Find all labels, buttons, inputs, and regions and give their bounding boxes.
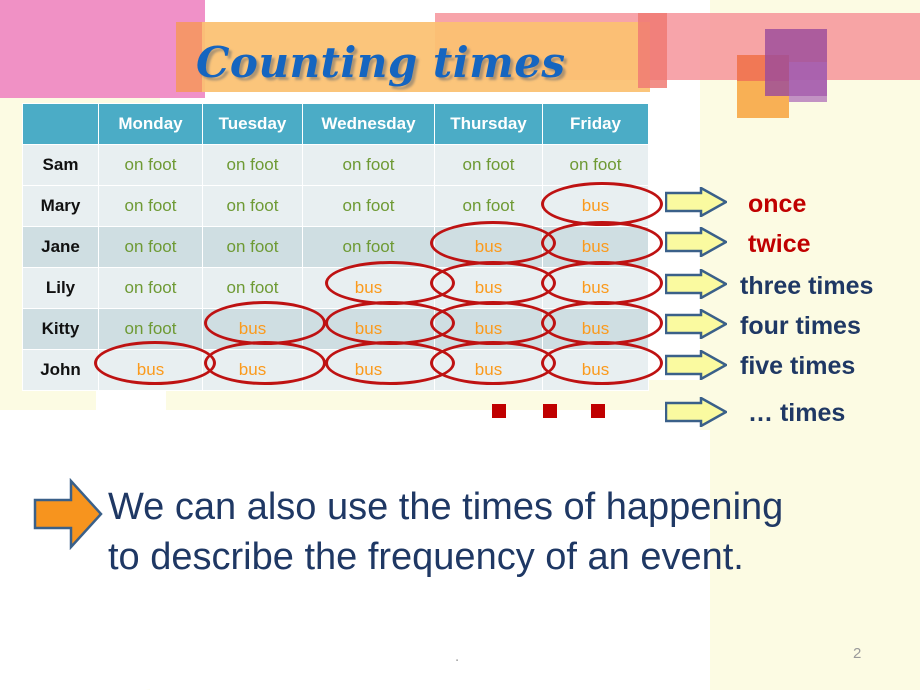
cell-kitty-wednesday: bus xyxy=(302,308,435,350)
table-row: Mary on foot on foot on foot on foot bus xyxy=(22,185,649,227)
cell-lily-tuesday: on foot xyxy=(202,267,303,309)
cell-john-thursday: bus xyxy=(434,349,543,391)
footer-dot: . xyxy=(455,648,460,665)
decoration-purple-light-square xyxy=(789,62,827,102)
row-name-jane: Jane xyxy=(22,226,99,268)
frequency-label-twice: twice xyxy=(748,230,811,258)
column-header-monday: Monday xyxy=(98,103,203,145)
bottom-statement-line1: We can also use the times of happening xyxy=(108,486,784,528)
slide-canvas: Counting times Monday Tuesday Wednesday … xyxy=(0,0,920,690)
page-title: Counting times xyxy=(196,38,566,87)
table-header-row: Monday Tuesday Wednesday Thursday Friday xyxy=(22,103,649,145)
cell-mary-thursday: on foot xyxy=(434,185,543,227)
cell-sam-thursday: on foot xyxy=(434,144,543,186)
column-header-friday: Friday xyxy=(542,103,649,145)
column-header-name xyxy=(22,103,99,145)
cell-jane-tuesday: on foot xyxy=(202,226,303,268)
row-name-mary: Mary xyxy=(22,185,99,227)
cell-mary-wednesday: on foot xyxy=(302,185,435,227)
background-panel-right xyxy=(700,0,920,690)
cell-kitty-tuesday: bus xyxy=(202,308,303,350)
column-header-thursday: Thursday xyxy=(434,103,543,145)
decoration-salmon-square xyxy=(638,13,667,88)
bullet-square-2 xyxy=(543,404,557,418)
schedule-table-container: Monday Tuesday Wednesday Thursday Friday… xyxy=(22,103,649,391)
table-row: Lily on foot on foot bus bus bus xyxy=(22,267,649,309)
cell-lily-monday: on foot xyxy=(98,267,203,309)
page-number: 2 xyxy=(853,645,862,662)
column-header-wednesday: Wednesday xyxy=(302,103,435,145)
cell-kitty-friday: bus xyxy=(542,308,649,350)
cell-mary-monday: on foot xyxy=(98,185,203,227)
bullet-square-1 xyxy=(492,404,506,418)
table-row: Kitty on foot bus bus bus bus xyxy=(22,308,649,350)
bottom-statement-line2: to describe the frequency of an event. xyxy=(108,536,744,578)
row-name-kitty: Kitty xyxy=(22,308,99,350)
cell-jane-thursday: bus xyxy=(434,226,543,268)
yellow-arrow-once xyxy=(665,187,727,217)
row-name-lily: Lily xyxy=(22,267,99,309)
cell-john-tuesday: bus xyxy=(202,349,303,391)
cell-kitty-monday: on foot xyxy=(98,308,203,350)
yellow-arrow-four-times xyxy=(665,309,727,339)
column-header-tuesday: Tuesday xyxy=(202,103,303,145)
cell-john-friday: bus xyxy=(542,349,649,391)
schedule-table: Monday Tuesday Wednesday Thursday Friday… xyxy=(22,103,649,391)
cell-mary-friday: bus xyxy=(542,185,649,227)
cell-sam-wednesday: on foot xyxy=(302,144,435,186)
cell-lily-wednesday: bus xyxy=(302,267,435,309)
cell-sam-tuesday: on foot xyxy=(202,144,303,186)
yellow-arrow-three-times xyxy=(665,269,727,299)
yellow-arrow-n-times xyxy=(665,397,727,427)
yellow-arrow-five-times xyxy=(665,350,727,380)
cell-kitty-thursday: bus xyxy=(434,308,543,350)
cell-sam-friday: on foot xyxy=(542,144,649,186)
cell-mary-tuesday: on foot xyxy=(202,185,303,227)
table-row: Sam on foot on foot on foot on foot on f… xyxy=(22,144,649,186)
frequency-label-once: once xyxy=(748,190,807,218)
row-name-sam: Sam xyxy=(22,144,99,186)
frequency-label-n-times: … times xyxy=(748,399,846,427)
cell-lily-thursday: bus xyxy=(434,267,543,309)
frequency-label-three-times: three times xyxy=(740,272,874,300)
frequency-label-four-times: four times xyxy=(740,312,861,340)
frequency-label-five-times: five times xyxy=(740,352,856,380)
cell-john-wednesday: bus xyxy=(302,349,435,391)
yellow-arrow-twice xyxy=(665,227,727,257)
cell-sam-monday: on foot xyxy=(98,144,203,186)
table-row: John bus bus bus bus bus xyxy=(22,349,649,391)
cell-jane-wednesday: on foot xyxy=(302,226,435,268)
orange-arrow-icon xyxy=(33,478,103,550)
cell-lily-friday: bus xyxy=(542,267,649,309)
background-white-strip xyxy=(0,410,100,690)
decoration-pink-block xyxy=(0,0,205,98)
cell-jane-monday: on foot xyxy=(98,226,203,268)
cell-john-monday: bus xyxy=(98,349,203,391)
bullet-square-3 xyxy=(591,404,605,418)
cell-jane-friday: bus xyxy=(542,226,649,268)
row-name-john: John xyxy=(22,349,99,391)
table-row: Jane on foot on foot on foot bus bus xyxy=(22,226,649,268)
bottom-statement: We can also use the times of happening t… xyxy=(108,482,783,582)
